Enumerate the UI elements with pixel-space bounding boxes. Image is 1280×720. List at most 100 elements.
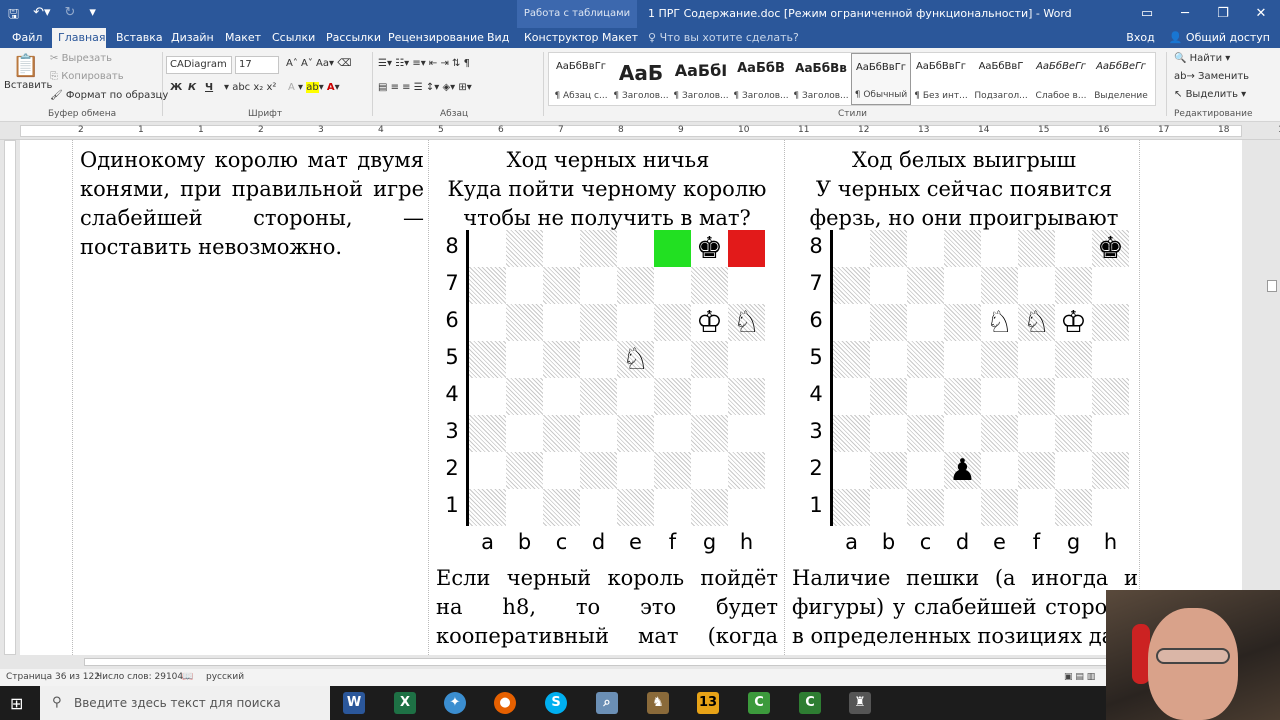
page-count[interactable]: Страница 36 из 122 xyxy=(6,672,100,682)
alignment-icons[interactable]: ▤ ≡ ≡ ☰ ↕▾ ◈▾ ⊞▾ xyxy=(378,82,472,93)
style-item[interactable]: АаБбВвГг ¶ Обычный xyxy=(851,53,911,105)
app-c-icon[interactable]: C xyxy=(799,692,821,714)
status-bar: Страница 36 из 122 Число слов: 29104 📖 р… xyxy=(0,669,1280,686)
ruler-number: 11 xyxy=(798,125,810,135)
redo-icon[interactable]: ↻ xyxy=(65,5,76,27)
firefox-icon[interactable]: ● xyxy=(494,692,516,714)
tab-insert[interactable]: Вставка xyxy=(110,28,169,48)
board-square-b3 xyxy=(506,415,543,452)
share-button[interactable]: 👤 Общий доступ xyxy=(1169,28,1270,48)
save-icon[interactable]: 🖫 xyxy=(8,5,19,27)
scissors-icon: ✂ xyxy=(50,53,62,64)
font-grow-shrink-icons[interactable]: A˄ A˅ Aa▾ ⌫ xyxy=(286,58,351,69)
replace-button[interactable]: ab→ Заменить xyxy=(1174,71,1249,82)
board-square-h3 xyxy=(1092,415,1129,452)
windows-start-icon[interactable]: ⊞ xyxy=(10,694,23,713)
board-square-h3 xyxy=(728,415,765,452)
sign-in-link[interactable]: Вход xyxy=(1126,28,1154,48)
close-button[interactable]: ✕ xyxy=(1242,0,1280,28)
board-square-a1 xyxy=(833,489,870,526)
font-name-combo[interactable]: CADiagram xyxy=(166,56,232,74)
col3-subtitle[interactable]: У черных сейчас появится ферзь, но они п… xyxy=(796,175,1132,233)
vertical-ruler[interactable] xyxy=(0,140,18,655)
compass-app-icon[interactable]: ✦ xyxy=(444,692,466,714)
minimize-button[interactable]: ─ xyxy=(1166,0,1204,28)
board-square-b5 xyxy=(870,341,907,378)
tell-me-box[interactable]: ♀ Что вы хотите сделать? xyxy=(648,28,799,48)
horizontal-ruler[interactable]: 2112345678910111213141516171819 xyxy=(0,122,1280,140)
ruler-number: 1 xyxy=(138,125,144,135)
camtasia-icon[interactable]: C xyxy=(748,692,770,714)
col2-title[interactable]: Ход черных ничья xyxy=(432,146,784,175)
magnifier-app-icon[interactable]: ⌕ xyxy=(596,692,618,714)
bold-button[interactable]: Ж xyxy=(170,82,182,93)
style-item[interactable]: АаБбI ¶ Заголов... xyxy=(671,53,731,105)
scroll-thumb[interactable] xyxy=(1267,280,1277,292)
tab-references[interactable]: Ссылки xyxy=(266,28,321,48)
font-effects-icons[interactable]: ▾ abc x₂ x² xyxy=(224,82,276,93)
format-painter-button[interactable]: 🖌 Формат по образцу xyxy=(50,90,168,101)
excel-icon[interactable]: X xyxy=(394,692,416,714)
find-button[interactable]: 🔍 Найти ▾ xyxy=(1174,53,1230,64)
list-icons[interactable]: ☰▾ ☷▾ ≡▾ ⇤ ⇥ ⇅ ¶ xyxy=(378,58,470,69)
col2-bottom-text[interactable]: Если черный король пойдёт на h8, то это … xyxy=(436,564,778,655)
style-item[interactable]: АаБбВв ¶ Заголов... xyxy=(791,53,851,105)
style-item[interactable]: АаБбВвГ Подзагол... xyxy=(971,53,1031,105)
copy-button[interactable]: ⎘ Копировать xyxy=(50,71,124,82)
board-square-h7 xyxy=(728,267,765,304)
board-square-b1 xyxy=(870,489,907,526)
app-13-icon[interactable]: 13 xyxy=(697,692,719,714)
taskbar-search[interactable]: ⚲ Введите здесь текст для поиска xyxy=(40,686,330,720)
context-tab-label: Работа с таблицами xyxy=(517,0,637,28)
tab-design[interactable]: Дизайн xyxy=(165,28,220,48)
style-item[interactable]: АаБ ¶ Заголов... xyxy=(611,53,671,105)
tab-table-constructor[interactable]: Конструктор xyxy=(518,28,604,48)
board-square-g5 xyxy=(1055,341,1092,378)
tab-file[interactable]: Файл xyxy=(6,28,48,48)
tab-home[interactable]: Главная xyxy=(52,28,106,48)
tab-table-layout[interactable]: Макет xyxy=(596,28,644,48)
customize-qat-icon[interactable]: ▾ xyxy=(89,5,96,27)
col2-subtitle[interactable]: Куда пойти черному королю чтобы не получ… xyxy=(440,175,774,233)
language-indicator[interactable]: русский xyxy=(206,672,244,682)
col3-bottom-text[interactable]: Наличие пешки (а иногда и фигуры) у слаб… xyxy=(792,564,1138,651)
document-page[interactable]: Одинокому королю мат двумя конями, при п… xyxy=(20,140,1242,655)
style-item[interactable]: АаБбВеГг Выделение xyxy=(1091,53,1151,105)
tab-mailings[interactable]: Рассылки xyxy=(320,28,387,48)
left-paragraph[interactable]: Одинокому королю мат двумя конями, при п… xyxy=(80,146,424,262)
tab-view[interactable]: Вид xyxy=(481,28,515,48)
style-item[interactable]: АаБбВвГг ¶ Абзац с... xyxy=(551,53,611,105)
tab-layout[interactable]: Макет xyxy=(219,28,267,48)
cut-button[interactable]: ✂ Вырезать xyxy=(50,53,112,64)
chess-fortress-icon[interactable]: ♜ xyxy=(849,692,871,714)
horizontal-scrollbar[interactable] xyxy=(0,655,1264,669)
italic-button[interactable]: К xyxy=(188,82,196,93)
board-square-d1 xyxy=(944,489,981,526)
font-size-combo[interactable]: 17 xyxy=(235,56,279,74)
underline-button[interactable]: Ч xyxy=(205,82,213,93)
restore-button[interactable]: ❐ xyxy=(1204,0,1242,28)
horizontal-scroll-thumb[interactable] xyxy=(84,658,1164,666)
style-item[interactable]: АаБбВеГг Слабое в... xyxy=(1031,53,1091,105)
board-square-d4 xyxy=(944,378,981,415)
word-count[interactable]: Число слов: 29104 xyxy=(96,672,183,682)
board-square-c5 xyxy=(543,341,580,378)
view-mode-icons[interactable]: ▣ ▤ ▥ xyxy=(1064,672,1095,682)
board-square-b4 xyxy=(870,378,907,415)
skype-icon[interactable]: S xyxy=(545,692,567,714)
word-icon[interactable]: W xyxy=(343,692,365,714)
col3-title[interactable]: Ход белых выигрыш xyxy=(788,146,1140,175)
replace-icon: ab→ xyxy=(1174,71,1199,82)
ribbon-display-icon[interactable]: ▭ xyxy=(1128,0,1166,28)
select-button[interactable]: ↖ Выделить ▾ xyxy=(1174,89,1246,100)
style-item[interactable]: АаБбВвГг ¶ Без инт... xyxy=(911,53,971,105)
tab-review[interactable]: Рецензирование xyxy=(382,28,490,48)
paste-icon[interactable]: 📋 xyxy=(12,54,39,79)
text-effects-icon[interactable]: A ▾ ab▾ A▾ xyxy=(288,82,340,93)
paste-button[interactable]: Вставить xyxy=(4,80,52,91)
vertical-scrollbar[interactable] xyxy=(1264,140,1280,655)
proofing-icon[interactable]: 📖 xyxy=(182,672,193,682)
chess-app-icon[interactable]: ♞ xyxy=(647,692,669,714)
undo-icon[interactable]: ↶▾ xyxy=(33,5,50,27)
style-item[interactable]: АаБбВ ¶ Заголов... xyxy=(731,53,791,105)
